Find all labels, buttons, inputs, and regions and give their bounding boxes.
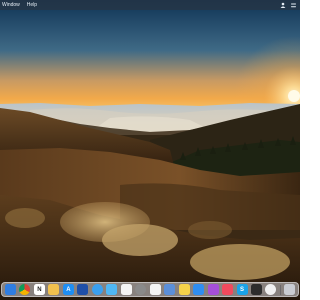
user-icon[interactable] (280, 2, 286, 8)
skype-icon[interactable]: S (236, 284, 248, 295)
dock-separator (279, 284, 281, 295)
menu-help[interactable]: Help (27, 0, 37, 10)
calendar-icon[interactable] (120, 284, 132, 295)
chatgpt-icon[interactable] (265, 284, 277, 295)
trash-icon[interactable] (283, 284, 295, 295)
terminal-icon[interactable] (250, 284, 262, 295)
menu-bar-status (275, 0, 296, 10)
app-store-icon[interactable]: A (62, 284, 74, 295)
menu-bar: Window Help (0, 0, 300, 10)
shield-icon[interactable] (77, 284, 89, 295)
dock: NAS (1, 282, 299, 297)
desktop: Window Help N A S (0, 0, 300, 300)
control-center-icon[interactable] (291, 3, 296, 8)
finder-icon[interactable] (5, 284, 16, 295)
notion-icon[interactable]: N (33, 284, 45, 295)
notes-icon[interactable] (178, 284, 190, 295)
desktop-wallpaper (0, 0, 300, 300)
folder-icon[interactable] (48, 284, 60, 295)
preview-icon[interactable] (164, 284, 176, 295)
photos-icon[interactable] (149, 284, 161, 295)
settings-icon[interactable] (135, 284, 147, 295)
music-icon[interactable] (222, 284, 234, 295)
cloud-icon[interactable] (106, 284, 118, 295)
chrome-icon[interactable] (19, 284, 31, 295)
safari-icon[interactable] (91, 284, 103, 295)
menu-window[interactable]: Window (2, 0, 20, 10)
mail-icon[interactable] (193, 284, 205, 295)
podcast-icon[interactable] (207, 284, 219, 295)
